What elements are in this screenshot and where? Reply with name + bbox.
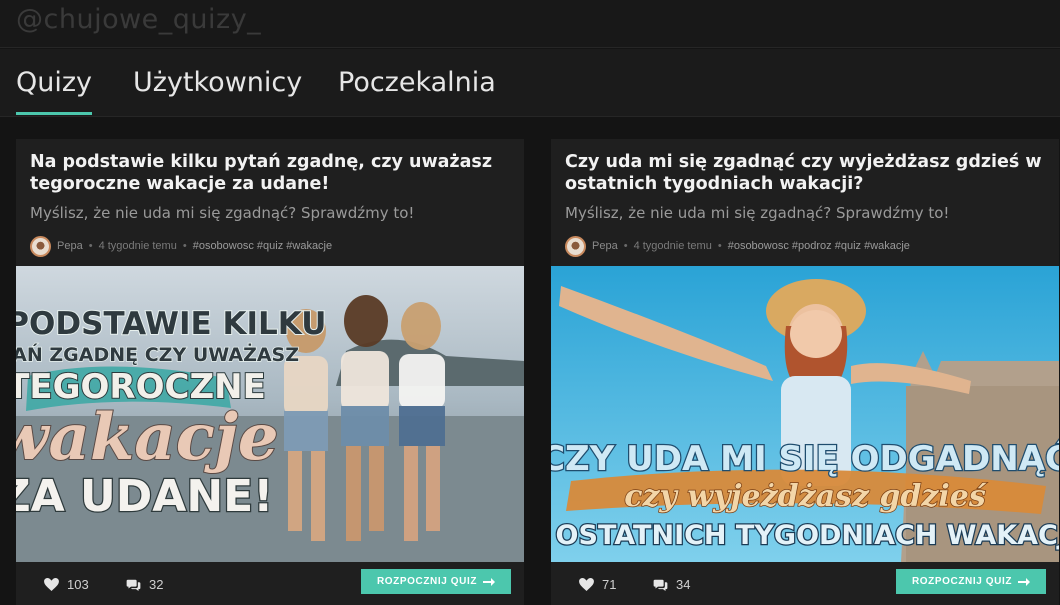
like-count: 103 [67, 577, 89, 592]
quiz-card[interactable]: Czy uda mi się zgadnąć czy wyjeżdżasz gd… [551, 139, 1059, 605]
arrow-right-icon [483, 577, 496, 586]
quiz-stats: 103 32 ROZPOCZNIJ QUIZ [16, 569, 524, 601]
top-bar: @chujowe_quizy_ [0, 0, 1060, 48]
tab-uzytkownicy[interactable]: Użytkownicy [133, 67, 302, 98]
start-quiz-button[interactable]: ROZPOCZNIJ QUIZ [896, 569, 1046, 594]
comment-counter[interactable]: 34 [653, 577, 690, 592]
quiz-tags[interactable]: #osobowosc #podroz #quiz #wakacje [728, 240, 910, 252]
quiz-title[interactable]: Na podstawie kilku pytań zgadnę, czy uwa… [30, 151, 510, 195]
thumb-text-line: CZY UDA MI SIĘ ODGADNĄĆ [551, 438, 1059, 479]
like-counter[interactable]: 103 [44, 577, 89, 592]
tab-quizy[interactable]: Quizy [16, 67, 93, 115]
avatar[interactable] [565, 235, 586, 257]
start-quiz-label: ROZPOCZNIJ QUIZ [376, 576, 478, 587]
quiz-meta: Pepa • 4 tygodnie temu • #osobowosc #qui… [30, 235, 332, 257]
quiz-title[interactable]: Czy uda mi się zgadnąć czy wyjeżdżasz gd… [565, 151, 1045, 195]
comment-counter[interactable]: 32 [126, 577, 163, 592]
heart-icon [579, 578, 594, 591]
author-name[interactable]: Pepa [57, 240, 83, 252]
like-counter[interactable]: 71 [579, 577, 616, 592]
heart-icon [44, 578, 59, 591]
comment-count: 32 [149, 577, 164, 592]
start-quiz-button[interactable]: ROZPOCZNIJ QUIZ [361, 569, 511, 594]
meta-separator: • [623, 240, 628, 252]
meta-separator: • [88, 240, 93, 252]
quiz-stats: 71 34 ROZPOCZNIJ QUIZ [551, 569, 1059, 601]
comment-count: 34 [676, 577, 691, 592]
quiz-description: Myślisz, że nie uda mi się zgadnąć? Spra… [565, 204, 950, 222]
comment-icon [126, 579, 141, 591]
site-handle[interactable]: @chujowe_quizy_ [16, 4, 261, 35]
thumb-text-line: NA PODSTAWIE KILKU [16, 306, 326, 342]
comment-icon [653, 579, 668, 591]
quiz-meta: Pepa • 4 tygodnie temu • #osobowosc #pod… [565, 235, 910, 257]
start-quiz-label: ROZPOCZNIJ QUIZ [911, 576, 1013, 587]
meta-separator: • [182, 240, 187, 252]
thumb-text-line: W OSTATNICH TYGODNIACH WAKACJI? [551, 520, 1059, 551]
meta-separator: • [717, 240, 722, 252]
thumb-text-line: wakacje [16, 400, 279, 475]
thumb-text-line: ZA UDANE! [16, 471, 273, 522]
quiz-thumbnail[interactable]: NA PODSTAWIE KILKU PYTAŃ ZGADNĘ CZY UWAŻ… [16, 266, 524, 562]
author-name[interactable]: Pepa [592, 240, 618, 252]
post-time: 4 tygodnie temu [98, 240, 177, 252]
post-time: 4 tygodnie temu [633, 240, 712, 252]
tab-poczekalnia[interactable]: Poczekalnia [338, 67, 496, 98]
quiz-description: Myślisz, że nie uda mi się zgadnąć? Spra… [30, 204, 415, 222]
quiz-thumbnail[interactable]: CZY UDA MI SIĘ ODGADNĄĆ czy wyjeżdżasz g… [551, 266, 1059, 562]
quiz-card[interactable]: Na podstawie kilku pytań zgadnę, czy uwa… [16, 139, 524, 605]
thumb-text-line: czy wyjeżdżasz gdzieś [624, 479, 987, 514]
arrow-right-icon [1018, 577, 1031, 586]
thumb-text-line: PYTAŃ ZGADNĘ CZY UWAŻASZ [16, 342, 299, 366]
avatar[interactable] [30, 235, 51, 257]
like-count: 71 [602, 577, 617, 592]
main-nav: Quizy Użytkownicy Poczekalnia [0, 49, 1060, 117]
quiz-tags[interactable]: #osobowosc #quiz #wakacje [193, 240, 332, 252]
